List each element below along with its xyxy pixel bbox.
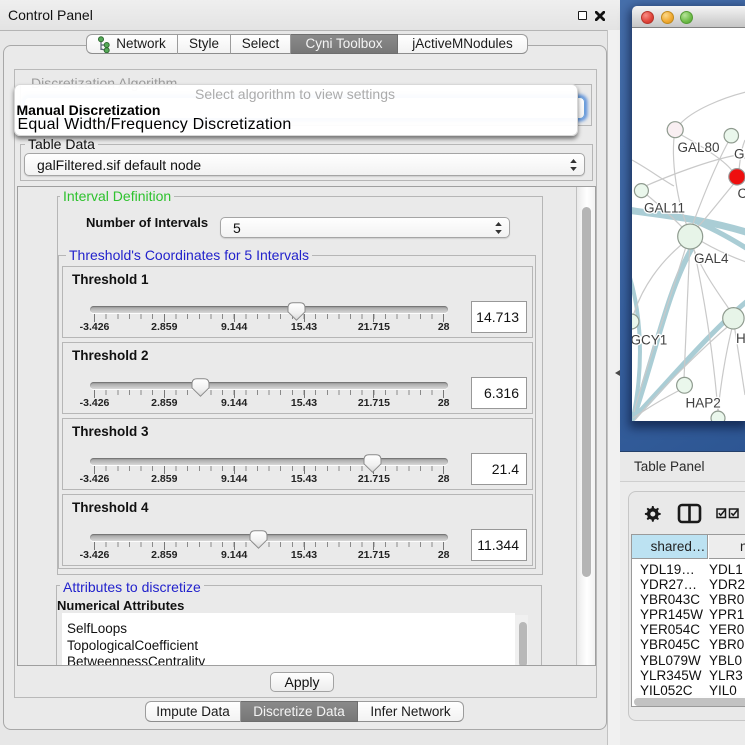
svg-text:HAP2: HAP2 (686, 396, 721, 411)
svg-text:GAL80: GAL80 (678, 140, 720, 155)
svg-text:C: C (738, 186, 745, 201)
svg-text:GCY1: GCY1 (632, 332, 667, 347)
svg-text:GA: GA (734, 147, 745, 162)
svg-text:GAL11: GAL11 (644, 201, 685, 216)
svg-text:H: H (736, 331, 745, 346)
svg-text:GAL4: GAL4 (694, 251, 729, 266)
